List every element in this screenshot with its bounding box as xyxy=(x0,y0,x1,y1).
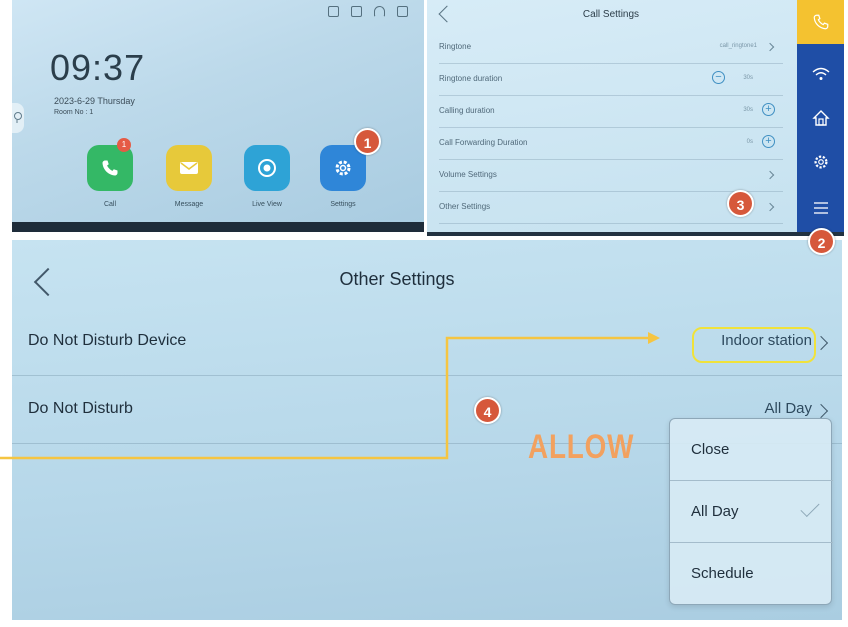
step-marker-4: 4 xyxy=(474,397,501,424)
setting-value: 30s xyxy=(743,107,753,113)
setting-do-not-disturb-device[interactable]: Do Not Disturb Device Indoor station xyxy=(12,308,842,376)
chevron-right-icon xyxy=(813,335,829,351)
setting-value: Indoor station xyxy=(721,332,812,349)
setting-label: Volume Settings xyxy=(439,170,497,179)
step-marker-3: 3 xyxy=(727,190,754,217)
option-label: All Day xyxy=(691,503,739,520)
clock: 09:37 xyxy=(50,47,146,88)
message-tile[interactable] xyxy=(166,145,212,191)
app-call[interactable]: 1 Call xyxy=(86,138,134,208)
option-label: Schedule xyxy=(691,565,754,582)
setting-value: All Day xyxy=(764,400,812,417)
setting-label: Calling duration xyxy=(439,106,495,115)
setting-value: 0s xyxy=(746,139,753,145)
envelope-icon xyxy=(180,162,198,174)
setting-label: Do Not Disturb xyxy=(28,400,133,417)
room-number: Room No : 1 xyxy=(54,109,94,116)
setting-label: Other Settings xyxy=(439,202,491,211)
minus-button[interactable]: − xyxy=(712,71,725,84)
home-screen: 09:37 2023-6-29 Thursday Room No : 1 1 C… xyxy=(12,0,424,232)
status-bar xyxy=(328,6,408,17)
setting-value: call_ringtone1 xyxy=(719,43,757,49)
home-icon xyxy=(811,110,830,126)
app-label: Live View xyxy=(252,201,282,208)
sidebar-item-call[interactable] xyxy=(797,0,844,44)
step-marker-2: 2 xyxy=(808,228,835,255)
phone-icon xyxy=(102,160,118,176)
unread-badge: 1 xyxy=(117,138,131,152)
memory-icon xyxy=(397,6,408,17)
app-label: Settings xyxy=(330,201,356,208)
chevron-right-icon xyxy=(813,403,829,419)
wifi-icon xyxy=(374,6,385,17)
other-settings-screen: Other Settings Do Not Disturb Device Ind… xyxy=(12,240,842,620)
app-settings[interactable]: Settings xyxy=(319,145,367,208)
setting-label: Ringtone xyxy=(439,42,472,51)
setting-call-forwarding-duration: Call Forwarding Duration 0s + xyxy=(439,128,783,160)
setting-label: Do Not Disturb Device xyxy=(28,332,187,349)
call-settings-icon xyxy=(813,14,828,30)
step-marker-1: 1 xyxy=(354,128,381,155)
do-not-disturb-dropdown: Close All Day Schedule xyxy=(669,418,833,605)
dropdown-option-schedule[interactable]: Schedule xyxy=(670,543,833,605)
camera-icon xyxy=(258,159,276,177)
chevron-right-icon xyxy=(765,42,775,52)
chevron-right-icon xyxy=(765,202,775,212)
network-icon xyxy=(351,6,362,17)
setting-label: Ringtone duration xyxy=(439,74,503,83)
setting-ringtone[interactable]: Ringtone call_ringtone1 xyxy=(439,32,783,64)
setting-label: Call Forwarding Duration xyxy=(439,138,528,147)
setting-calling-duration: Calling duration 30s + xyxy=(439,96,783,128)
sidebar-item-settings[interactable] xyxy=(797,140,844,184)
live-view-tile[interactable] xyxy=(244,145,290,191)
date-text: 2023-6-29 Thursday xyxy=(54,96,135,106)
setting-ringtone-duration: Ringtone duration − 30s xyxy=(439,64,783,96)
app-message[interactable]: Message xyxy=(165,145,213,208)
dropdown-option-all-day[interactable]: All Day xyxy=(670,481,833,543)
app-label: Call xyxy=(103,201,117,208)
checkmark-icon xyxy=(800,497,820,518)
dropdown-option-close[interactable]: Close xyxy=(670,419,833,481)
side-drawer-handle[interactable] xyxy=(12,103,24,133)
setting-value: 30s xyxy=(743,75,753,81)
plus-button[interactable]: + xyxy=(762,135,775,148)
page-title: Call Settings xyxy=(582,9,640,20)
plus-button[interactable]: + xyxy=(762,103,775,116)
call-settings-screen: Call Settings Ringtone call_ringtone1 Ri… xyxy=(427,0,844,236)
sidebar-item-home[interactable] xyxy=(797,96,844,140)
page-title: Other Settings xyxy=(339,269,455,289)
app-label: Message xyxy=(174,201,204,208)
chevron-right-icon xyxy=(765,170,775,180)
wifi-icon xyxy=(812,67,829,80)
sd-card-icon xyxy=(328,6,339,17)
setting-volume[interactable]: Volume Settings xyxy=(439,160,783,192)
bulb-icon xyxy=(14,112,22,123)
call-tile[interactable]: 1 xyxy=(87,138,133,191)
sidebar-item-advanced[interactable] xyxy=(797,186,844,230)
option-label: Close xyxy=(691,441,730,458)
allow-annotation: ALLOW xyxy=(528,428,635,466)
settings-sidebar xyxy=(797,0,844,236)
app-live-view[interactable]: Live View xyxy=(243,145,291,208)
sidebar-item-network[interactable] xyxy=(797,52,844,96)
gear-icon xyxy=(813,155,828,169)
sliders-icon xyxy=(813,202,828,214)
gear-icon xyxy=(335,160,351,176)
